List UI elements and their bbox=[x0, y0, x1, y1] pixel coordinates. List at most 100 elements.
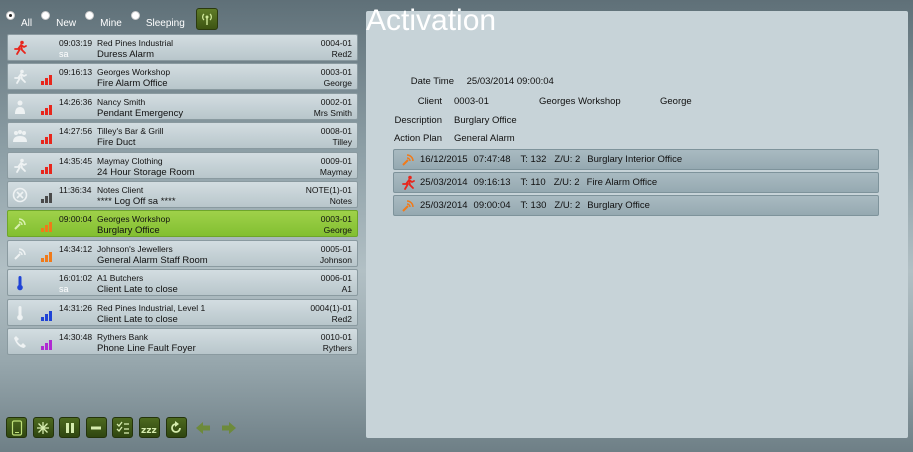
alarm-client: Maymay Clothing bbox=[97, 155, 163, 166]
alarm-time: 09:03:19 bbox=[59, 38, 93, 48]
signal-strength-icon bbox=[41, 191, 55, 203]
client-label: Client bbox=[417, 96, 442, 107]
activation-title: Activation bbox=[366, 4, 497, 37]
filter-mine-radio[interactable] bbox=[85, 11, 95, 20]
signal-strength-icon bbox=[41, 103, 55, 115]
refresh-button[interactable] bbox=[165, 417, 187, 438]
group-icon bbox=[11, 127, 29, 145]
pause-icon bbox=[65, 422, 74, 433]
history-zu: Z/U: 2 bbox=[554, 154, 581, 165]
alarm-client: Nancy Smith bbox=[97, 96, 146, 107]
alarm-row[interactable]: 14:34:12 Johnson's Jewellers General Ala… bbox=[7, 239, 358, 267]
date-time-row: Date Time 25/03/2014 09:00:04 bbox=[380, 76, 554, 87]
alarm-contact: A1 bbox=[341, 284, 352, 295]
signal-filter-button[interactable] bbox=[195, 8, 218, 30]
alarm-row[interactable]: 14:27:56 Tilley's Bar & Grill Fire Duct … bbox=[7, 122, 358, 150]
description-label: Description bbox=[394, 115, 442, 126]
phone-device-button[interactable] bbox=[6, 417, 27, 438]
alarm-code: 0008-01 bbox=[320, 126, 352, 137]
alarm-time: 09:16:13 bbox=[59, 67, 93, 78]
alarm-row[interactable]: 09:03:19 sa Red Pines Industrial Duress … bbox=[7, 34, 358, 61]
alarm-event: General Alarm Staff Room bbox=[97, 254, 208, 266]
filter-all-radio[interactable] bbox=[6, 11, 15, 20]
alarm-list: 09:03:19 sa Red Pines Industrial Duress … bbox=[7, 34, 358, 357]
pause-button[interactable] bbox=[59, 417, 81, 438]
bottom-toolbar: zzz bbox=[6, 417, 245, 438]
sleep-button[interactable]: zzz bbox=[138, 417, 160, 438]
history-t: T: 110 bbox=[520, 177, 546, 188]
history-event: Burglary Office bbox=[587, 200, 650, 211]
alarm-contact: Tilley bbox=[332, 137, 352, 148]
description-row: Description Burglary Office bbox=[368, 115, 516, 126]
history-time: 09:00:04 bbox=[473, 200, 511, 211]
alarm-row[interactable]: 09:00:04 Georges Workshop Burglary Offic… bbox=[7, 210, 358, 238]
alarm-contact: Maymay bbox=[319, 166, 352, 177]
alarm-row[interactable]: 14:30:48 Rythers Bank Phone Line Fault F… bbox=[7, 327, 358, 355]
alarm-event: Client Late to close bbox=[97, 313, 178, 325]
alarm-client: Red Pines Industrial, Level 1 bbox=[97, 302, 206, 313]
alarm-time: 14:26:36 bbox=[59, 96, 93, 107]
alarm-client: Red Pines Industrial bbox=[97, 38, 174, 48]
alarm-user: sa bbox=[59, 284, 69, 295]
history-zu: Z/U: 2 bbox=[554, 200, 581, 211]
date-time-label: Date Time bbox=[410, 76, 454, 87]
signal-strength-icon bbox=[41, 162, 55, 174]
alarm-contact: George bbox=[323, 78, 352, 89]
alarm-row[interactable]: 09:16:13 Georges Workshop Fire Alarm Off… bbox=[7, 63, 358, 91]
history-date: 25/03/2014 bbox=[420, 200, 468, 211]
alarm-contact: George bbox=[323, 225, 352, 236]
pendant-icon bbox=[11, 98, 29, 116]
alarm-code: NOTE(1)-01 bbox=[305, 184, 352, 195]
previous-button[interactable] bbox=[192, 417, 213, 438]
alarm-row[interactable]: 14:31:26 Red Pines Industrial, Level 1 C… bbox=[7, 298, 358, 326]
cancel-circle-icon bbox=[11, 186, 29, 204]
alarm-time: 09:00:04 bbox=[59, 214, 93, 225]
alarm-contact: Johnson bbox=[319, 254, 352, 265]
alarm-time: 11:36:34 bbox=[59, 184, 92, 195]
alarm-code: 0002-01 bbox=[320, 96, 352, 107]
next-button[interactable] bbox=[219, 417, 240, 438]
history-time: 09:16:13 bbox=[473, 177, 511, 188]
alarm-code: 0004(1)-01 bbox=[310, 302, 352, 313]
sparkle-icon bbox=[37, 421, 50, 434]
history-row[interactable]: 25/03/2014 09:16:13 T: 110 Z/U: 2 Fire A… bbox=[393, 172, 879, 193]
alarm-client: Tilley's Bar & Grill bbox=[97, 126, 164, 137]
filter-new-radio[interactable] bbox=[41, 11, 51, 20]
alarm-client: Notes Client bbox=[97, 184, 144, 195]
antenna-icon bbox=[201, 13, 212, 25]
alarm-row[interactable]: 14:35:45 Maymay Clothing 24 Hour Storage… bbox=[7, 151, 358, 179]
signal-strength-icon bbox=[41, 73, 55, 86]
filter-sleeping[interactable]: Sleeping bbox=[130, 9, 185, 29]
alarm-row[interactable]: 14:26:36 Nancy Smith Pendant Emergency 0… bbox=[7, 92, 358, 120]
history-time: 07:47:48 bbox=[473, 154, 511, 165]
filter-sleeping-radio[interactable] bbox=[130, 11, 140, 20]
alarm-event: Phone Line Fault Foyer bbox=[97, 342, 196, 354]
filter-mine[interactable]: Mine bbox=[85, 9, 122, 29]
checklist-button[interactable] bbox=[112, 417, 134, 438]
alarm-contact: Rythers bbox=[322, 342, 352, 353]
signal-strength-icon bbox=[41, 309, 55, 321]
running-person-icon bbox=[11, 68, 29, 86]
client-name: Georges Workshop bbox=[539, 96, 621, 107]
sparkle-button[interactable] bbox=[32, 417, 54, 438]
history-row[interactable]: 25/03/2014 09:00:04 T: 130 Z/U: 2 Burgla… bbox=[393, 195, 879, 216]
phone-icon bbox=[11, 333, 29, 351]
history-row[interactable]: 16/12/2015 07:47:48 T: 132 Z/U: 2 Burgla… bbox=[393, 149, 879, 170]
alarm-client: A1 Butchers bbox=[97, 273, 144, 284]
filter-all[interactable]: All bbox=[6, 9, 32, 29]
alarm-user: sa bbox=[59, 49, 69, 59]
arrow-left-icon bbox=[195, 421, 210, 434]
signal-strength-icon bbox=[41, 132, 55, 145]
arrow-right-icon bbox=[222, 421, 237, 434]
alarm-code: 0003-01 bbox=[320, 214, 352, 225]
history-event: Fire Alarm Office bbox=[586, 177, 658, 188]
checklist-icon bbox=[116, 421, 129, 434]
motion-sensor-icon bbox=[11, 245, 29, 263]
minus-button[interactable] bbox=[85, 417, 107, 438]
filter-bar: All New Mine Sleeping bbox=[6, 8, 218, 30]
filter-new[interactable]: New bbox=[41, 9, 76, 29]
running-person-icon bbox=[11, 157, 29, 175]
alarm-row[interactable]: 11:36:34 Notes Client **** Log Off sa **… bbox=[7, 180, 358, 208]
alarm-contact: Red2 bbox=[331, 49, 352, 59]
alarm-row[interactable]: 16:01:02 sa A1 Butchers Client Late to c… bbox=[7, 269, 358, 297]
